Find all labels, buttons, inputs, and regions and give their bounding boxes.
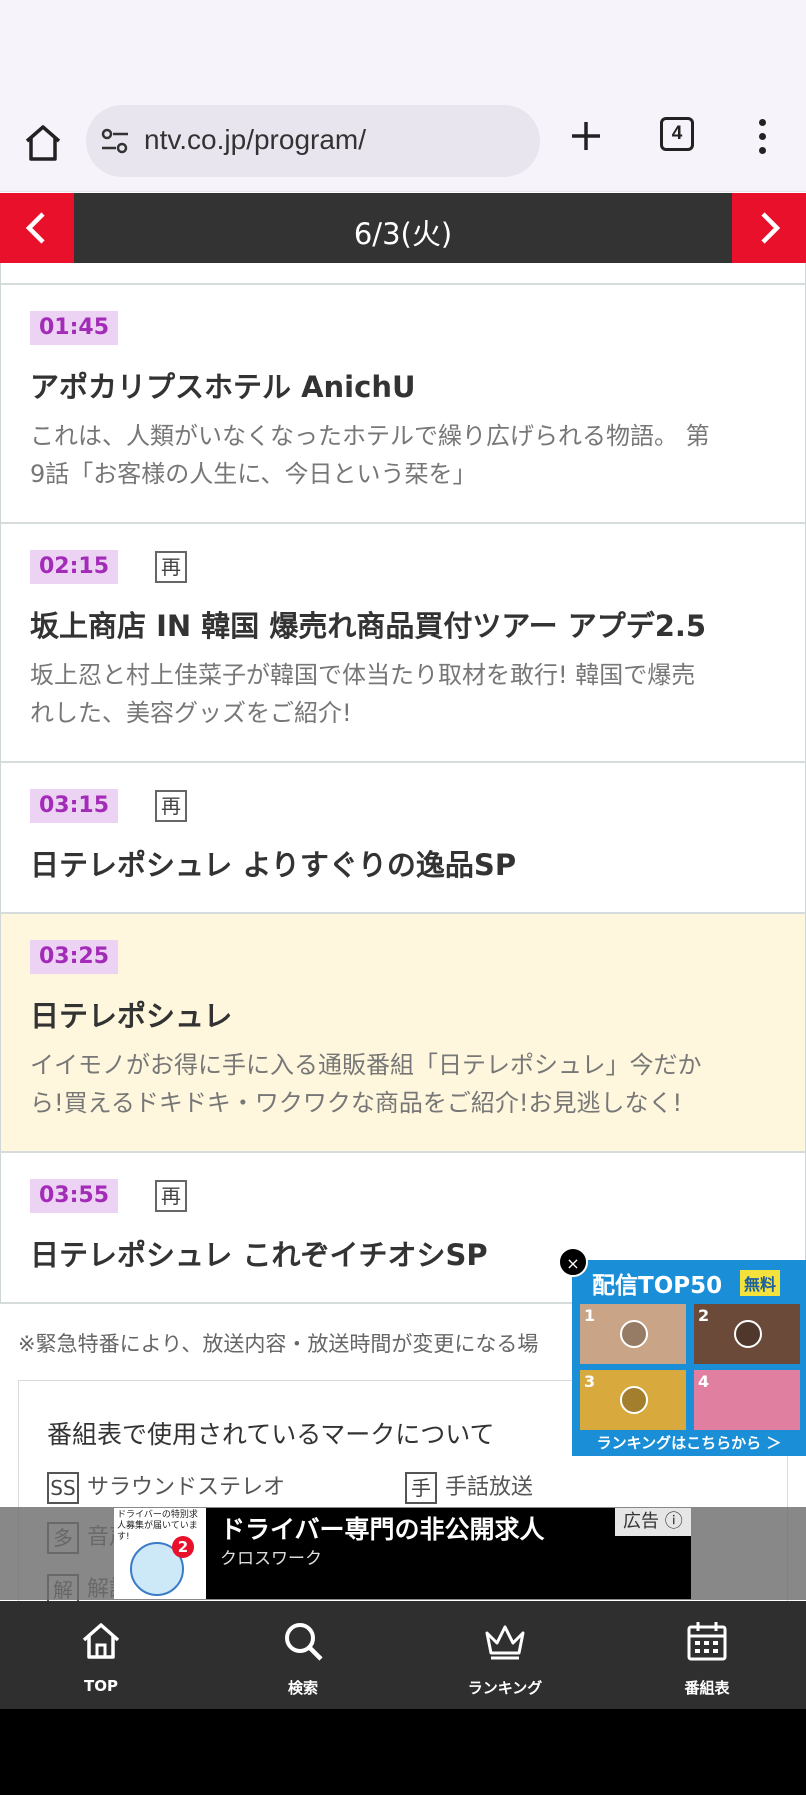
status-bar (0, 0, 806, 90)
program-description: イイモノがお得に手に入る通販番組「日テレポシュレ」今だか ら!買えるドキドキ・ワ… (30, 1051, 702, 1117)
schedule-change-notice: ※緊急特番により、放送内容・放送時間が変更になる場 (18, 1332, 539, 1356)
program-list: 01:45 アポカリプスホテル AnichU これは、人類がいなくなったホテルで… (0, 263, 806, 1304)
program-item-current[interactable]: 03:25 日テレポシュレ イイモノがお得に手に入る通販番組「日テレポシュレ」今… (0, 914, 806, 1153)
nav-ranking[interactable]: ランキング (404, 1601, 606, 1709)
close-icon[interactable]: × (558, 1247, 588, 1277)
crown-icon (485, 1625, 525, 1660)
overflow-menu-icon[interactable] (752, 116, 772, 156)
ranking-thumbnails: 1 2 3 4 (580, 1304, 800, 1430)
address-bar[interactable]: ntv.co.jp/program/ (86, 105, 540, 177)
program-time: 01:45 (30, 311, 119, 345)
play-icon (620, 1386, 648, 1414)
ad-advertiser: クロスワーク (220, 1549, 322, 1569)
search-icon (285, 1623, 323, 1661)
previous-day-button[interactable] (0, 193, 74, 263)
next-day-button[interactable] (732, 193, 806, 263)
program-item[interactable]: 01:45 アポカリプスホテル AnichU これは、人類がいなくなったホテルで… (0, 285, 806, 524)
play-icon (620, 1320, 648, 1348)
chevron-right-icon (761, 212, 781, 244)
program-time: 03:25 (30, 940, 119, 974)
nav-search[interactable]: 検索 (202, 1601, 404, 1709)
url-text[interactable]: ntv.co.jp/program/ (144, 124, 366, 156)
legend-item: 手手話放送 (405, 1469, 533, 1504)
ranking-thumb[interactable]: 3 (580, 1370, 686, 1430)
info-icon: ⓘ (664, 1511, 683, 1532)
ranking-ad-title: 配信TOP50 (592, 1273, 723, 1299)
current-date: 6/3(火) (353, 217, 453, 251)
chevron-left-icon (25, 212, 45, 244)
program-time: 02:15 (30, 550, 119, 584)
program-item[interactable]: 03:15 再 日テレポシュレ よりすぐりの逸品SP (0, 763, 806, 914)
calendar-icon (687, 1622, 727, 1661)
free-badge: 無料 (740, 1270, 781, 1296)
ranking-thumb[interactable]: 2 (694, 1304, 800, 1364)
program-title[interactable]: 日テレポシュレ (30, 996, 777, 1036)
home-icon[interactable] (20, 120, 66, 166)
floating-ranking-ad[interactable]: 配信TOP50 無料 1 2 3 4 ランキングはこちらから ＞ (572, 1260, 806, 1456)
bottom-navigation: TOP 検索 ランキング 番組表 (0, 1601, 806, 1709)
new-tab-icon[interactable] (566, 116, 606, 156)
program-time: 03:55 (30, 1179, 119, 1213)
nav-top[interactable]: TOP (0, 1601, 202, 1709)
home-icon (82, 1623, 120, 1659)
program-description: これは、人類がいなくなったホテルで繰り広げられる物語。 第 9話「お客様の人生に… (30, 422, 710, 488)
ranking-link[interactable]: ランキングはこちらから ＞ (572, 1432, 806, 1453)
browser-toolbar: ntv.co.jp/program/ 4 (0, 90, 806, 192)
rerun-mark: 再 (155, 551, 187, 583)
system-gesture-area (0, 1709, 806, 1795)
program-time: 03:15 (30, 789, 119, 823)
program-description: 坂上忍と村上佳菜子が韓国で体当たり取材を敢行! 韓国で爆売 れした、美容グッズを… (30, 661, 696, 727)
nav-schedule[interactable]: 番組表 (606, 1601, 806, 1709)
program-title[interactable]: アポカリプスホテル AnichU (30, 367, 777, 407)
previous-program-edge (0, 263, 806, 285)
ranking-thumb[interactable]: 1 (580, 1304, 686, 1364)
rerun-mark: 再 (155, 1180, 187, 1212)
legend-title: 番組表で使用されているマークについて (47, 1420, 495, 1449)
site-settings-icon[interactable] (100, 127, 130, 155)
date-navigation: 6/3(火) (0, 193, 806, 263)
ad-info-label[interactable]: 広告 ⓘ (615, 1508, 691, 1536)
tab-switcher-button[interactable]: 4 (660, 117, 694, 151)
play-icon (734, 1320, 762, 1348)
rerun-mark: 再 (155, 790, 187, 822)
notification-badge: 2 (172, 1536, 194, 1558)
ad-thumbnail[interactable]: ドライバーの特別求人募集が届いています! 2 (114, 1508, 206, 1599)
ad-banner[interactable]: ドライバーの特別求人募集が届いています! 2 ドライバー専門の非公開求人 クロス… (114, 1508, 691, 1599)
legend-item: SS サラウンドステレオ (47, 1469, 285, 1504)
program-title[interactable]: 日テレポシュレ よりすぐりの逸品SP (30, 845, 777, 885)
ad-headline[interactable]: ドライバー専門の非公開求人 (220, 1510, 545, 1546)
ranking-thumb[interactable]: 4 (694, 1370, 800, 1430)
program-title[interactable]: 坂上商店 IN 韓国 爆売れ商品買付ツアー アプデ2.5 (30, 606, 777, 646)
program-item[interactable]: 02:15 再 坂上商店 IN 韓国 爆売れ商品買付ツアー アプデ2.5 坂上忍… (0, 524, 806, 763)
